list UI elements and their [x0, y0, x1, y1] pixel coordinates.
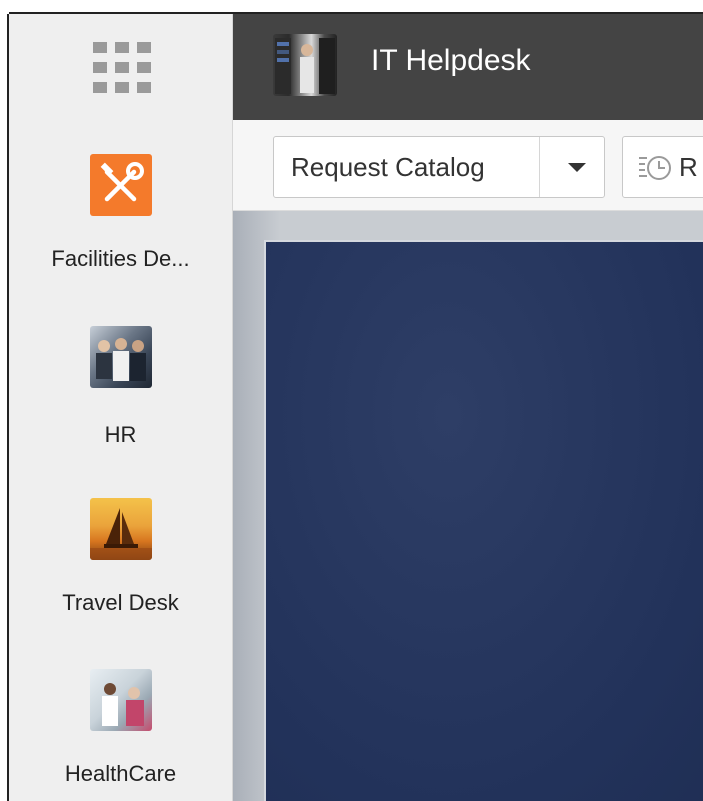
- sidebar-item-label: Facilities De...: [51, 246, 190, 271]
- sidebar-item-label: HealthCare: [64, 761, 177, 786]
- doctor-photo: [90, 669, 152, 731]
- sidebar-item-label: Travel Desk: [62, 590, 179, 615]
- main-content: [233, 211, 703, 801]
- app-window: Facilities De... HR Travel Desk HealthCa…: [9, 14, 703, 801]
- app-grid-icon[interactable]: [93, 42, 153, 100]
- recent-button-label: R: [679, 152, 698, 182]
- sailboat-photo: [90, 498, 152, 560]
- sidebar-item-hr[interactable]: HR: [9, 326, 232, 456]
- sidebar-item-facilities[interactable]: Facilities De...: [9, 154, 232, 284]
- tools-icon: [90, 154, 152, 216]
- page-title: IT Helpdesk: [371, 44, 531, 77]
- sidebar-item-label: HR: [104, 422, 137, 447]
- dropdown-selected-value: Request Catalog: [291, 152, 485, 182]
- team-photo: [90, 326, 152, 388]
- server-room-photo: [273, 34, 337, 96]
- history-icon: [637, 151, 673, 185]
- app-header: IT Helpdesk: [233, 14, 703, 120]
- request-catalog-dropdown[interactable]: Request Catalog: [273, 136, 605, 198]
- sidebar-item-healthcare[interactable]: HealthCare: [9, 669, 232, 799]
- sidebar-item-travel-desk[interactable]: Travel Desk: [9, 498, 232, 628]
- recent-requests-button[interactable]: R: [622, 136, 703, 198]
- hero-banner: [264, 240, 703, 801]
- toolbar: Request Catalog R: [233, 120, 703, 211]
- dropdown-divider: [539, 137, 540, 197]
- app-switcher-sidebar: Facilities De... HR Travel Desk HealthCa…: [9, 14, 233, 801]
- chevron-down-icon[interactable]: [568, 163, 586, 172]
